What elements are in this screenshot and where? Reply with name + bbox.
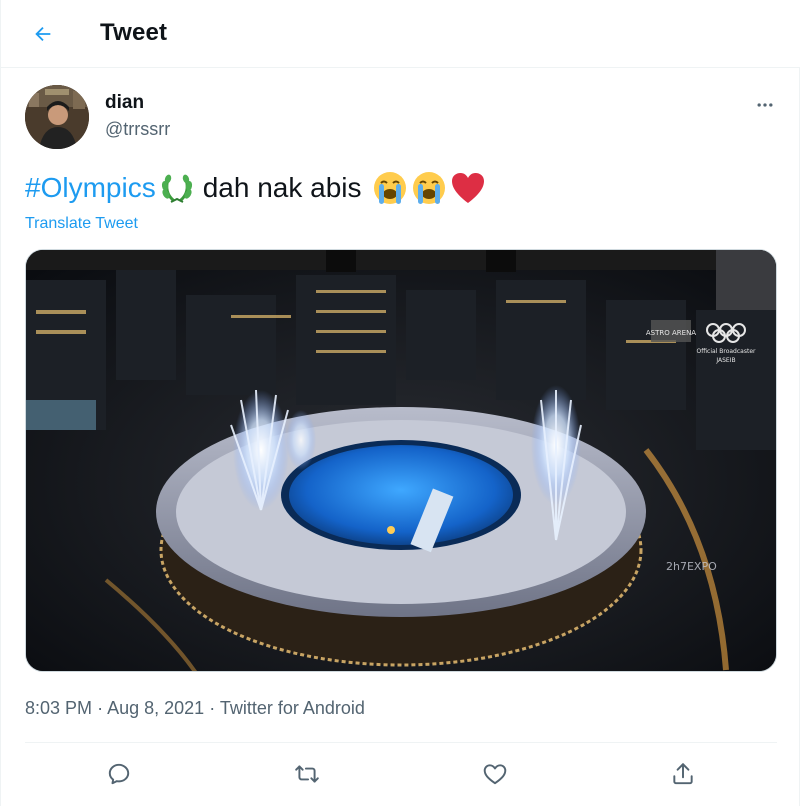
reply-button[interactable] (99, 754, 139, 794)
tweet-text: #Olympics dah nak abis (25, 168, 486, 208)
broadcaster-text: Official Broadcaster (697, 348, 756, 355)
top-bar: Tweet (1, 0, 800, 68)
translate-tweet-link[interactable]: Translate Tweet (25, 215, 138, 233)
like-button[interactable] (475, 754, 515, 794)
author-name[interactable]: dian (105, 92, 144, 114)
laurel-wreath-icon (161, 174, 192, 203)
author-handle[interactable]: @trrssrr (105, 119, 170, 140)
back-button[interactable] (23, 14, 63, 54)
tweet-actions-bar (25, 743, 777, 805)
arrow-left-icon (35, 26, 51, 42)
tweet-source[interactable]: Twitter for Android (220, 698, 365, 718)
page-title: Tweet (100, 19, 168, 46)
tweet-author: dian @trrssrr (25, 85, 785, 149)
video-watermark: 2h7EXPO (666, 560, 717, 573)
loudly-crying-face-icon (412, 172, 445, 204)
red-heart-icon (451, 173, 484, 203)
tweet-date[interactable]: Aug 8, 2021 (107, 698, 204, 718)
more-options-button[interactable] (749, 89, 781, 121)
reply-icon (108, 763, 130, 785)
meta-separator: · (97, 698, 104, 718)
avatar[interactable] (25, 85, 89, 149)
retweet-icon (295, 765, 319, 783)
hashtag-link[interactable]: #Olympics (25, 168, 156, 208)
tweet-column: Tweet dian @trrssrr #Olympics dah nak ab… (0, 0, 800, 806)
share-button[interactable] (663, 754, 703, 794)
stadium-fireworks-image: ASTRO ARENA Official Broadcaster JASEIB … (26, 250, 776, 671)
tweet-time[interactable]: 8:03 PM (25, 698, 92, 718)
tweet-metadata: 8:03 PM · Aug 8, 2021 · Twitter for Andr… (25, 698, 365, 719)
broadcaster-logo-text: ASTRO ARENA (646, 329, 696, 337)
tweet-body-text: dah nak abis (202, 172, 362, 203)
loudly-crying-face-icon (373, 172, 406, 204)
like-icon (483, 764, 507, 785)
retweet-button[interactable] (287, 754, 327, 794)
broadcaster-subtext: JASEIB (715, 357, 735, 364)
meta-separator: · (209, 698, 216, 718)
tweet-media-image[interactable]: ASTRO ARENA Official Broadcaster JASEIB … (25, 249, 777, 672)
more-icon (757, 103, 773, 107)
share-icon (673, 763, 693, 785)
